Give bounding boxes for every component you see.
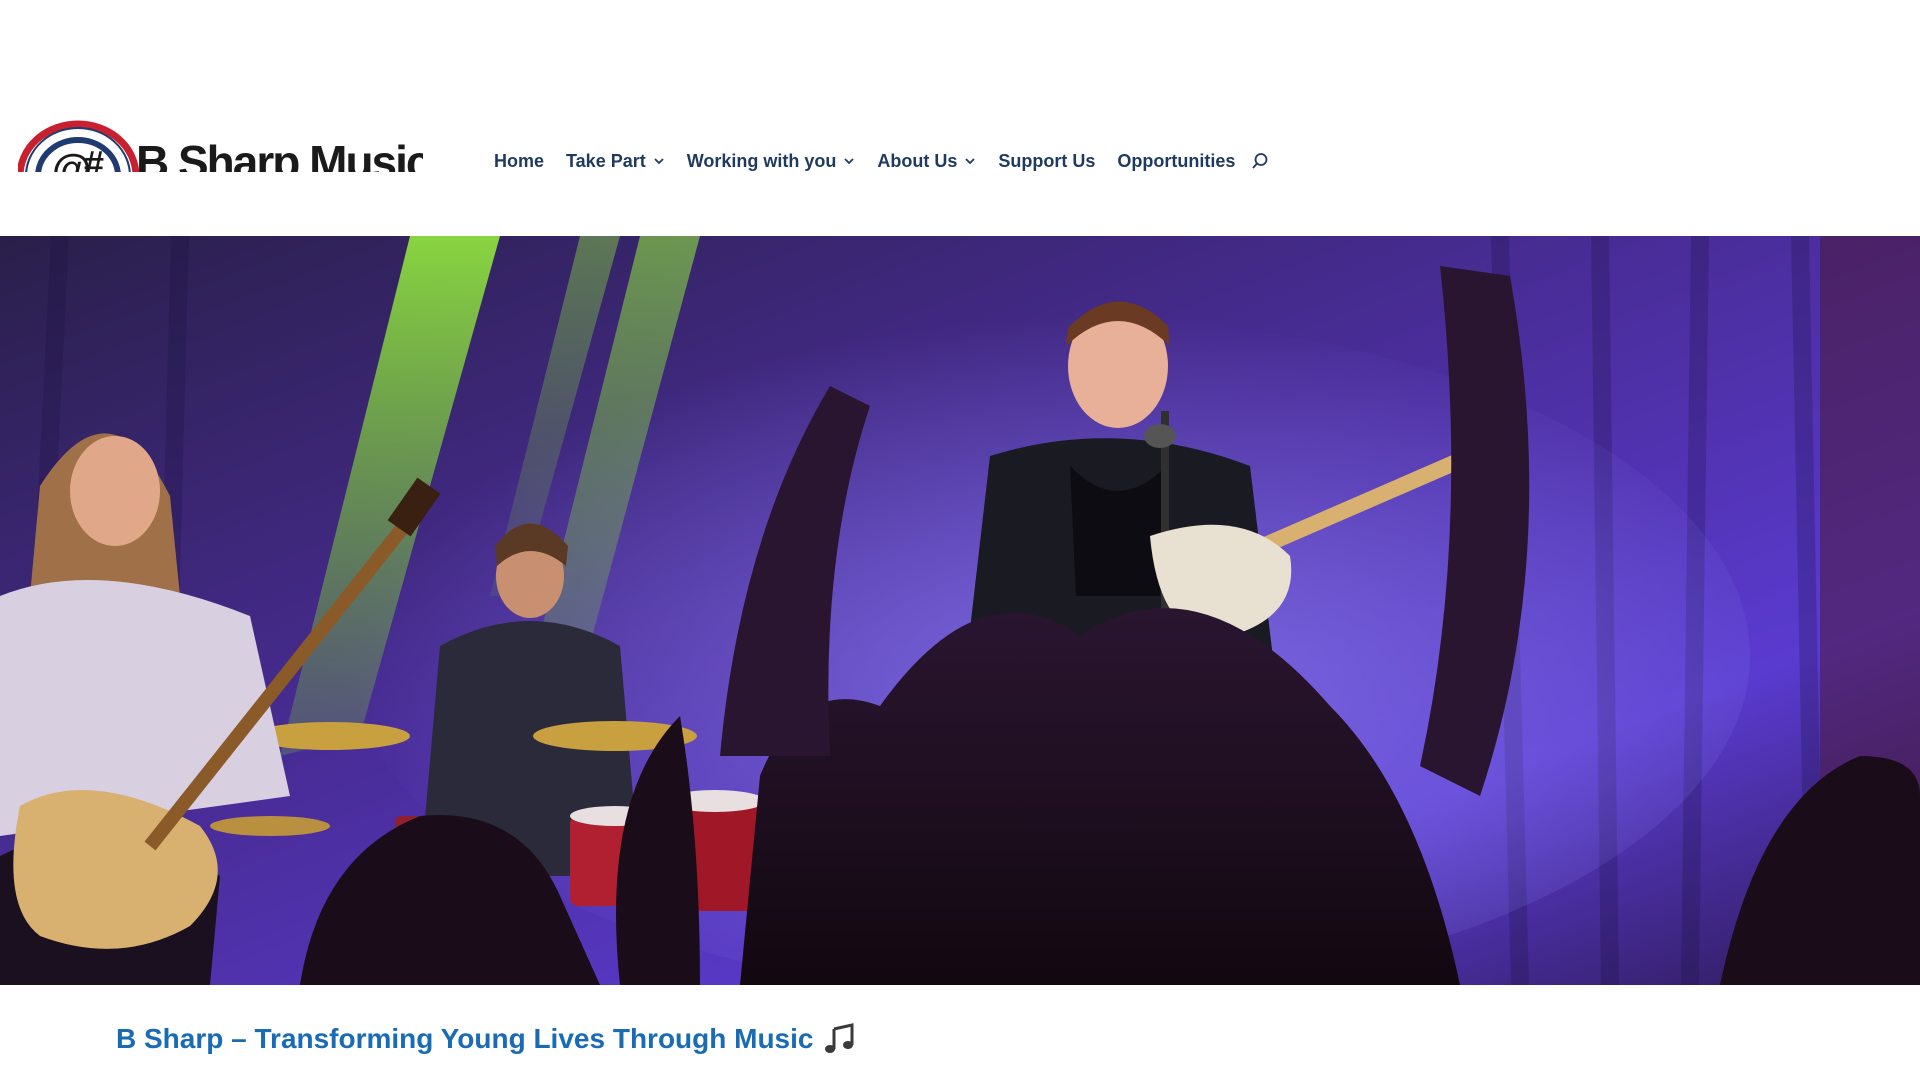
nav-support-us[interactable]: Support Us <box>998 151 1095 172</box>
music-note-icon <box>823 1022 857 1056</box>
logo-text: B Sharp Music <box>136 136 423 172</box>
nav-about-us-label: About Us <box>877 150 958 171</box>
nav-home-label: Home <box>494 150 545 171</box>
svg-text:#: # <box>84 143 104 172</box>
nav-opportunities[interactable]: Opportunities <box>1117 151 1235 172</box>
chevron-down-icon <box>653 155 665 167</box>
nav-take-part[interactable]: Take Part <box>566 151 665 172</box>
nav-working-with-you[interactable]: Working with you <box>687 151 856 172</box>
nav-home[interactable]: Home <box>494 151 544 172</box>
band-concert-photo <box>0 236 1920 985</box>
logo-mark: @ # B Sharp Music <box>18 120 423 172</box>
hero-image <box>0 236 1920 985</box>
chevron-down-icon <box>964 155 976 167</box>
nav-about-us[interactable]: About Us <box>877 151 976 172</box>
nav-take-part-label: Take Part <box>566 150 646 171</box>
main-nav: Home Take Part Working with you About Us… <box>494 148 1271 174</box>
site-logo[interactable]: @ # B Sharp Music <box>18 118 423 172</box>
site-header: @ # B Sharp Music Home Take Part Working… <box>0 0 1920 236</box>
search-icon[interactable] <box>1249 150 1271 172</box>
nav-opportunities-label: Opportunities <box>1117 150 1236 171</box>
nav-support-us-label: Support Us <box>998 150 1096 171</box>
page-heading: B Sharp – Transforming Young Lives Throu… <box>116 1022 857 1056</box>
nav-working-with-you-label: Working with you <box>686 150 837 171</box>
page-heading-text: B Sharp – Transforming Young Lives Throu… <box>116 1023 814 1054</box>
chevron-down-icon <box>843 155 855 167</box>
